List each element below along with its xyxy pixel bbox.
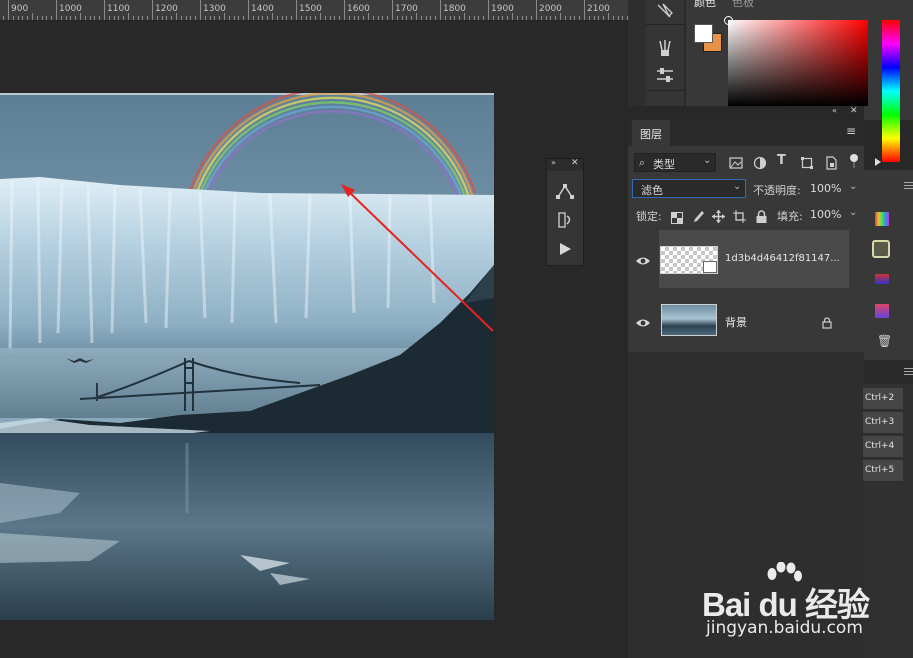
layer-filter-kind-value: 类型 [653,158,675,171]
path-pen-icon[interactable] [555,183,575,201]
filter-pixel-layer-icon[interactable] [729,155,743,169]
collapse-icon[interactable]: « [832,106,837,115]
filter-smart-object-icon[interactable] [824,155,838,170]
layer-filter-kind-select[interactable]: ⌕ 类型 ⌄ [634,153,716,172]
layer-row[interactable]: 1d3b4d46412f81147... [628,230,864,290]
styles-icon[interactable] [872,240,890,258]
lock-position-icon[interactable] [712,208,725,223]
lock-transparent-pixels-icon[interactable] [671,209,683,224]
hue-slider[interactable] [882,20,900,162]
channels-panel-header [864,360,913,384]
foreground-color-swatch[interactable] [694,24,713,43]
channel-shortcut[interactable]: Ctrl+4 [863,436,903,458]
layers-panel-topbar: « ✕ [628,106,864,120]
blend-mode-select[interactable]: 滤色 ⌄ [632,179,746,198]
chevron-down-icon: ⌄ [849,207,858,218]
panel-menu-icon[interactable] [904,368,913,369]
opacity-input[interactable]: 100% ⌄ [806,179,860,198]
blend-mode-value: 滤色 [641,184,663,197]
baidu-jingyan-watermark: Bai du 经验 jingyan.baidu.com [700,561,900,658]
paw-logo-icon [764,561,804,602]
tab-layers[interactable]: 图层 [632,120,670,146]
collapse-icon[interactable]: » [551,158,556,167]
eye-icon[interactable] [635,252,651,265]
filter-adjustment-layer-icon[interactable] [753,155,767,170]
search-icon: ⌕ [639,156,646,169]
lock-image-pixels-icon[interactable] [692,208,704,222]
color-panel: 颜色 色板 [686,0,913,166]
channel-shortcut[interactable]: Ctrl+3 [863,412,903,434]
fill-value: 100% [810,208,842,221]
panel-menu-icon[interactable] [904,182,913,183]
hue-slider-pointer[interactable] [875,158,881,166]
annotation-arrow [341,184,494,332]
layers-panel: ⌕ 类型 ⌄ T 滤色 ⌄ 不透明度: 100% ⌄ 锁定: 填充: 100% … [628,146,864,352]
brush-presets-icon[interactable] [655,38,675,58]
patterns-icon[interactable] [875,304,889,318]
eye-icon[interactable] [635,314,651,327]
lock-all-icon[interactable] [756,208,767,223]
smart-object-badge-icon [703,261,717,273]
adjustments-sliders-icon[interactable] [655,66,675,84]
brush-history-icon[interactable] [555,211,575,229]
lock-label: 锁定: [636,210,662,223]
gradient-icon[interactable] [875,274,889,284]
lock-icon [822,314,832,329]
channel-shortcut[interactable]: Ctrl+2 [863,388,903,410]
play-icon[interactable] [557,241,573,257]
watermark-url: jingyan.baidu.com [706,618,863,638]
right-side-panel: 🗑 [864,170,913,360]
color-picker-cursor[interactable] [724,16,733,25]
properties-mini-panel: » ✕ [546,158,584,266]
layer-row[interactable]: 背景 [628,293,864,345]
filter-toggle-switch[interactable] [850,154,858,168]
lock-artboard-icon[interactable] [733,208,746,223]
mini-panel-header: » ✕ [547,158,583,171]
swatches-icon[interactable] [875,212,889,226]
layer-name[interactable]: 1d3b4d46412f81147... [725,253,840,264]
opacity-label: 不透明度: [753,184,801,197]
chevron-down-icon: ⌄ [849,181,858,192]
side-tool-strip [646,0,684,106]
color-field[interactable] [724,16,868,106]
opacity-value: 100% [810,182,842,195]
layer-name[interactable]: 背景 [725,314,747,330]
trash-icon[interactable]: 🗑 [877,334,892,348]
history-brush-icon[interactable] [655,2,675,20]
chevron-down-icon: ⌄ [733,181,742,192]
fill-label: 填充: [777,210,803,223]
fill-input[interactable]: 100% ⌄ [806,205,860,224]
layer-thumbnail-transparent [660,246,718,274]
close-icon[interactable]: ✕ [850,106,858,116]
chevron-down-icon: ⌄ [703,155,712,166]
tab-color[interactable]: 颜色 [694,0,716,10]
layer-thumbnail-background [661,304,717,336]
channel-shortcut[interactable]: Ctrl+5 [863,460,903,482]
close-icon[interactable]: ✕ [571,158,579,168]
panel-menu-icon[interactable]: ≡ [846,124,856,138]
tab-swatches[interactable]: 色板 [732,0,754,10]
filter-type-layer-icon[interactable]: T [777,153,786,168]
filter-shape-layer-icon[interactable] [800,155,814,169]
layers-tab-bar: 图层 ≡ [628,120,864,146]
